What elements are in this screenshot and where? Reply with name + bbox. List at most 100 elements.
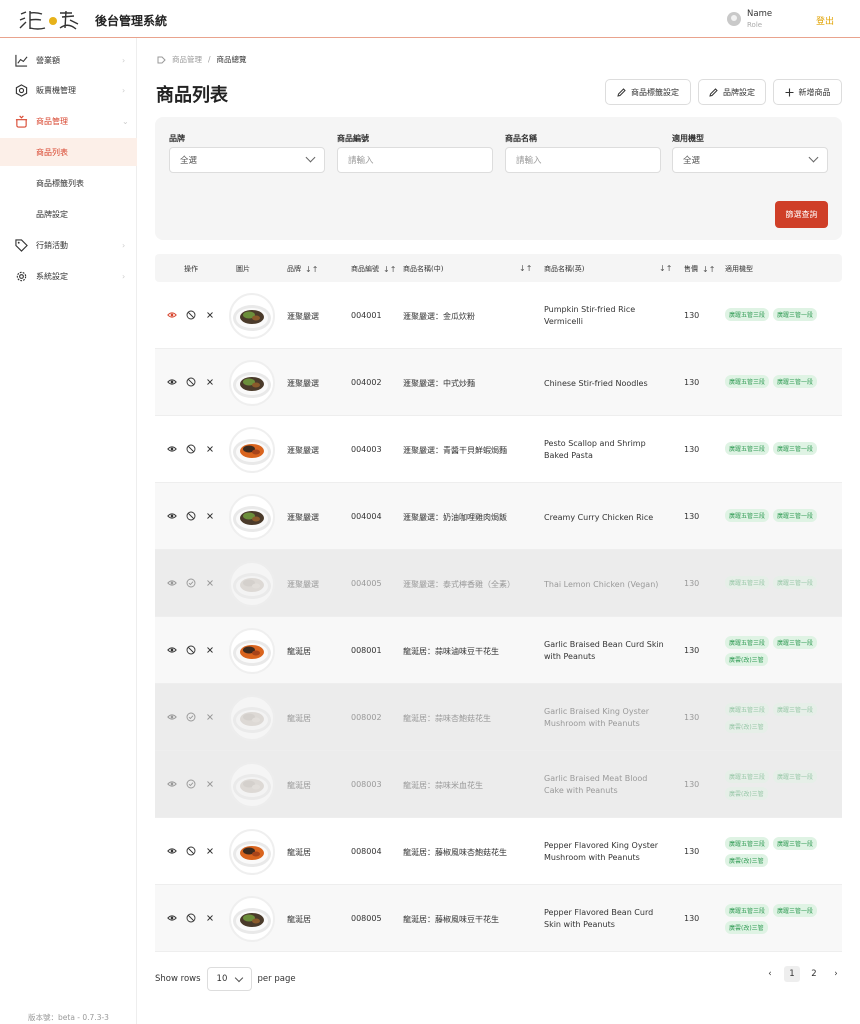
logo[interactable] bbox=[18, 8, 88, 32]
product-image[interactable] bbox=[229, 829, 275, 875]
ban-icon[interactable] bbox=[186, 310, 196, 320]
sidebar-subitem-tag-list[interactable]: 商品標籤列表 bbox=[0, 169, 137, 197]
ban-icon[interactable] bbox=[186, 444, 196, 454]
product-image[interactable] bbox=[229, 561, 275, 607]
name-en-cell: Creamy Curry Chicken Rice bbox=[544, 513, 654, 522]
name-input[interactable]: 請輸入 bbox=[505, 147, 661, 173]
chart-line-icon bbox=[15, 54, 28, 67]
brand-cell: 龍涎居 bbox=[287, 647, 311, 656]
sort-icon[interactable]: ↓↑ bbox=[659, 264, 672, 273]
check-circle-icon[interactable] bbox=[186, 578, 196, 588]
sidebar-item-vending[interactable]: 販賣機管理 › bbox=[0, 76, 137, 104]
code-input[interactable]: 請輸入 bbox=[337, 147, 493, 173]
brand-settings-button[interactable]: 品牌設定 bbox=[698, 79, 766, 105]
ban-icon[interactable] bbox=[186, 913, 196, 923]
eye-icon[interactable] bbox=[167, 444, 177, 454]
eye-icon[interactable] bbox=[167, 578, 177, 588]
logout-link[interactable]: 登出 bbox=[816, 14, 834, 27]
add-product-button[interactable]: 新增商品 bbox=[773, 79, 842, 105]
prev-page-button[interactable]: ‹ bbox=[762, 966, 778, 982]
model-tags: 廣躍五管三段 廣躍三管一段 bbox=[725, 442, 837, 455]
sidebar-item-products[interactable]: 商品管理 ⌄ bbox=[0, 107, 137, 135]
table-row: 滙聚嚴選 004005 滙聚嚴選：泰式檸香雞（全素） Thai Lemon Chick… bbox=[155, 550, 842, 617]
sidebar-item-marketing[interactable]: 行銷活動 › bbox=[0, 231, 137, 259]
top-bar: 後台管理系統 Name Role 登出 bbox=[0, 0, 860, 38]
sort-icon[interactable]: ↓↑ bbox=[305, 265, 318, 274]
sidebar-item-settings[interactable]: 系統設定 › bbox=[0, 262, 137, 290]
eye-icon[interactable] bbox=[167, 645, 177, 655]
price-cell: 130 bbox=[684, 512, 700, 521]
tag-settings-button[interactable]: 商品標籤設定 bbox=[605, 79, 691, 105]
close-icon[interactable] bbox=[205, 645, 215, 655]
close-icon[interactable] bbox=[205, 779, 215, 789]
close-icon[interactable] bbox=[205, 578, 215, 588]
header-code: 商品編號 ↓↑ bbox=[351, 264, 397, 274]
close-icon[interactable] bbox=[205, 913, 215, 923]
model-tag: 廣躍三管一段 bbox=[773, 576, 818, 589]
model-tags: 廣躍五管三段 廣躍三管一段 bbox=[725, 509, 837, 522]
close-icon[interactable] bbox=[205, 377, 215, 387]
sidebar-item-revenue[interactable]: 營業額 › bbox=[0, 46, 137, 74]
page-button-2[interactable]: 2 bbox=[806, 966, 822, 982]
close-icon[interactable] bbox=[205, 846, 215, 856]
close-icon[interactable] bbox=[205, 310, 215, 320]
close-icon[interactable] bbox=[205, 712, 215, 722]
name-en-cell: Pumpkin Stir-fried Rice Vermicelli bbox=[544, 305, 636, 326]
sort-icon[interactable]: ↓↑ bbox=[383, 265, 396, 274]
rows-per-page-value: 10 bbox=[216, 974, 228, 984]
model-select[interactable]: 全選 bbox=[672, 147, 828, 173]
product-image[interactable] bbox=[229, 695, 275, 741]
model-tags: 廣躍五管三段 廣躍三管一段 廣雲(改)三管 bbox=[725, 703, 837, 733]
name-zh-cell: 龍涎居：蒜味滷味豆干花生 bbox=[403, 647, 499, 656]
code-cell: 004004 bbox=[351, 512, 382, 521]
eye-icon[interactable] bbox=[167, 779, 177, 789]
product-image[interactable] bbox=[229, 762, 275, 808]
model-tag: 廣躍三管一段 bbox=[773, 308, 818, 321]
model-tag: 廣躍五管三段 bbox=[725, 509, 770, 522]
sidebar-item-label: 行銷活動 bbox=[36, 240, 68, 250]
product-image[interactable] bbox=[229, 427, 275, 473]
breadcrumb-parent[interactable]: 商品管理 bbox=[172, 54, 202, 65]
ban-icon[interactable] bbox=[186, 645, 196, 655]
eye-icon[interactable] bbox=[167, 377, 177, 387]
product-image[interactable] bbox=[229, 896, 275, 942]
price-cell: 130 bbox=[684, 646, 700, 655]
page-button-1[interactable]: 1 bbox=[784, 966, 800, 982]
check-circle-icon[interactable] bbox=[186, 712, 196, 722]
product-image[interactable] bbox=[229, 628, 275, 674]
pencil-icon bbox=[709, 87, 718, 97]
sidebar-subitem-brand-settings[interactable]: 品牌設定 bbox=[0, 200, 137, 228]
table-row: 滙聚嚴選 004003 滙聚嚴選：青醬干貝鮮蝦焗麵 Pesto Scallop and… bbox=[155, 416, 842, 483]
chevron-down-icon bbox=[808, 152, 819, 163]
ban-icon[interactable] bbox=[186, 511, 196, 521]
close-icon[interactable] bbox=[205, 444, 215, 454]
model-tag: 廣躍五管三段 bbox=[725, 636, 770, 649]
eye-icon[interactable] bbox=[167, 712, 177, 722]
rows-per-page-select[interactable]: 10 bbox=[206, 967, 252, 991]
ban-icon[interactable] bbox=[186, 377, 196, 387]
sidebar-subitem-product-list[interactable]: 商品列表 bbox=[0, 138, 137, 166]
filter-search-button[interactable]: 篩選查詢 bbox=[775, 201, 828, 228]
chevron-right-icon: › bbox=[122, 85, 126, 95]
breadcrumb-current: 商品總覽 bbox=[216, 55, 247, 64]
header-image: 圖片 bbox=[236, 265, 250, 273]
product-image[interactable] bbox=[229, 360, 275, 406]
eye-icon[interactable] bbox=[167, 511, 177, 521]
check-circle-icon[interactable] bbox=[186, 779, 196, 789]
sort-icon[interactable]: ↓↑ bbox=[702, 265, 715, 274]
avatar[interactable] bbox=[727, 12, 741, 26]
brand-select[interactable]: 全選 bbox=[169, 147, 325, 173]
brand-cell: 龍涎居 bbox=[287, 781, 311, 790]
brand-cell: 龍涎居 bbox=[287, 915, 311, 924]
table-row: 滙聚嚴選 004001 滙聚嚴選：金瓜炊粉 Pumpkin Stir-fried Ri… bbox=[155, 282, 842, 349]
eye-icon[interactable] bbox=[167, 846, 177, 856]
close-icon[interactable] bbox=[205, 511, 215, 521]
table-row: 龍涎居 008004 龍涎居：藤椒風味杏鮑菇花生 Pepper Flavored Ki… bbox=[155, 818, 842, 885]
eye-icon[interactable] bbox=[167, 913, 177, 923]
sort-icon[interactable]: ↓↑ bbox=[519, 264, 532, 273]
product-image[interactable] bbox=[229, 293, 275, 339]
product-image[interactable] bbox=[229, 494, 275, 540]
next-page-button[interactable]: › bbox=[828, 966, 844, 982]
eye-icon[interactable] bbox=[167, 310, 177, 320]
ban-icon[interactable] bbox=[186, 846, 196, 856]
